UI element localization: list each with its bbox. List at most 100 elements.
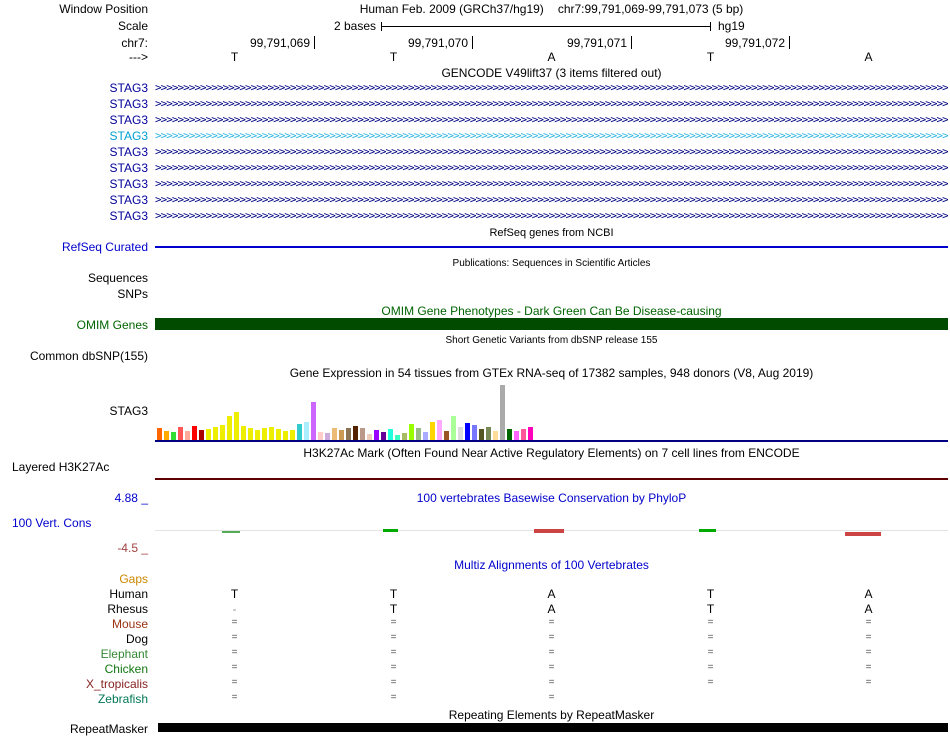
gtex-bar (353, 426, 358, 440)
gencode-item-label[interactable]: STAG3 (0, 161, 148, 175)
gencode-transcript[interactable]: >>>>>>>>>>>>>>>>>>>>>>>>>>>>>>>>>>>>>>>>… (155, 161, 948, 175)
gtex-bar (507, 429, 512, 440)
gencode-transcript[interactable]: >>>>>>>>>>>>>>>>>>>>>>>>>>>>>>>>>>>>>>>>… (155, 81, 948, 95)
gtex-bar (290, 430, 295, 440)
gencode-transcript[interactable]: >>>>>>>>>>>>>>>>>>>>>>>>>>>>>>>>>>>>>>>>… (155, 97, 948, 111)
gtex-bar (458, 427, 463, 440)
gtex-bars[interactable] (155, 385, 948, 440)
gtex-gene-label[interactable]: STAG3 (0, 404, 148, 418)
gtex-bar (486, 427, 491, 440)
multiz-species-label[interactable]: Gaps (0, 572, 148, 586)
gtex-bar (381, 432, 386, 440)
ruler-tick (789, 36, 790, 49)
gtex-bar (493, 431, 498, 440)
multiz-cell: = (548, 677, 555, 688)
gtex-bar (297, 424, 302, 440)
h3k27ac-signal[interactable] (155, 478, 948, 480)
gencode-item-label[interactable]: STAG3 (0, 193, 148, 207)
gencode-transcript[interactable]: >>>>>>>>>>>>>>>>>>>>>>>>>>>>>>>>>>>>>>>>… (155, 209, 948, 223)
multiz-cell: T (706, 587, 715, 601)
gtex-bar (255, 430, 260, 440)
gtex-bar (472, 425, 477, 440)
multiz-species-label[interactable]: Dog (0, 632, 148, 646)
gencode-title: GENCODE V49lift37 (3 items filtered out) (441, 66, 662, 80)
gencode-item-label[interactable]: STAG3 (0, 209, 148, 223)
multiz-species-label[interactable]: X_tropicalis (0, 677, 148, 691)
multiz-cell: = (548, 617, 555, 628)
multiz-cell: = (548, 647, 555, 658)
snps-label[interactable]: SNPs (0, 287, 148, 301)
multiz-species-label[interactable]: Zebrafish (0, 692, 148, 706)
omim-genes-label[interactable]: OMIM Genes (0, 318, 148, 332)
gtex-bar (465, 423, 470, 440)
phylop-mark (845, 532, 881, 536)
multiz-species-label[interactable]: Elephant (0, 647, 148, 661)
gtex-bar (269, 427, 274, 440)
gtex-bar (185, 431, 190, 440)
multiz-cell: A (547, 587, 556, 601)
multiz-cell: = (707, 617, 714, 628)
multiz-species-label[interactable]: Chicken (0, 662, 148, 676)
multiz-species-label[interactable]: Mouse (0, 617, 148, 631)
scale-bar-left-tick (381, 22, 382, 31)
omim-title: OMIM Gene Phenotypes - Dark Green Can Be… (381, 304, 722, 318)
phylop-title: 100 vertebrates Basewise Conservation by… (416, 491, 687, 505)
refseq-curated-item[interactable] (155, 246, 948, 248)
gtex-bar (360, 428, 365, 440)
multiz-cell: = (707, 677, 714, 688)
multiz-cell: = (231, 647, 238, 658)
gtex-bar (402, 433, 407, 440)
h3k27ac-label[interactable]: Layered H3K27Ac (12, 460, 109, 474)
gtex-bar (248, 428, 253, 440)
gencode-item-label[interactable]: STAG3 (0, 145, 148, 159)
phylop-mark (222, 531, 240, 533)
multiz-cell: = (865, 662, 872, 673)
refseq-curated-label[interactable]: RefSeq Curated (0, 240, 148, 254)
repeatmasker-bar[interactable] (158, 723, 948, 732)
ruler-tick (472, 36, 473, 49)
omim-gene-bar[interactable] (155, 318, 948, 330)
ruler-coordinate: 99,791,072 (724, 36, 785, 50)
ruler-tick (314, 36, 315, 49)
gencode-transcript[interactable]: >>>>>>>>>>>>>>>>>>>>>>>>>>>>>>>>>>>>>>>>… (155, 145, 948, 159)
gencode-transcript[interactable]: >>>>>>>>>>>>>>>>>>>>>>>>>>>>>>>>>>>>>>>>… (155, 113, 948, 127)
common-dbsnp-label[interactable]: Common dbSNP(155) (0, 349, 148, 363)
gencode-item-label[interactable]: STAG3 (0, 81, 148, 95)
gtex-bar (206, 429, 211, 440)
multiz-cell: A (547, 602, 556, 616)
gtex-bar (157, 428, 162, 440)
multiz-cell: T (230, 587, 239, 601)
ruler-coordinate: 99,791,069 (249, 36, 310, 50)
phylop-track-label[interactable]: 100 Vert. Cons (12, 516, 91, 530)
gencode-transcript[interactable]: >>>>>>>>>>>>>>>>>>>>>>>>>>>>>>>>>>>>>>>>… (155, 129, 948, 143)
window-position-title: Human Feb. 2009 (GRCh37/hg19) chr7:99,791… (155, 2, 948, 16)
scale-label: Scale (117, 19, 148, 33)
multiz-cell: = (707, 662, 714, 673)
multiz-species-label[interactable]: Rhesus (0, 602, 148, 616)
gtex-bar (416, 428, 421, 440)
gencode-transcript[interactable]: >>>>>>>>>>>>>>>>>>>>>>>>>>>>>>>>>>>>>>>>… (155, 177, 948, 191)
gtex-bar (178, 427, 183, 440)
phylop-min-label: -4.5 _ (117, 541, 148, 555)
multiz-cell: T (389, 587, 398, 601)
gencode-item-label[interactable]: STAG3 (0, 97, 148, 111)
ruler-base: A (864, 50, 873, 64)
dbsnp-title: Short Genetic Variants from dbSNP releas… (445, 335, 658, 346)
gtex-bar (213, 427, 218, 440)
sequences-label[interactable]: Sequences (0, 271, 148, 285)
gencode-item-label[interactable]: STAG3 (0, 129, 148, 143)
gtex-bar (220, 425, 225, 440)
ruler-coordinate: 99,791,070 (407, 36, 468, 50)
gtex-bar (241, 426, 246, 440)
multiz-cell: = (390, 677, 397, 688)
multiz-cell: A (864, 602, 873, 616)
multiz-species-label[interactable]: Human (0, 587, 148, 601)
multiz-cell: = (390, 617, 397, 628)
gencode-transcript[interactable]: >>>>>>>>>>>>>>>>>>>>>>>>>>>>>>>>>>>>>>>>… (155, 193, 948, 207)
gtex-bar (171, 432, 176, 440)
gencode-item-label[interactable]: STAG3 (0, 113, 148, 127)
repeatmasker-label[interactable]: RepeatMasker (0, 722, 148, 736)
gencode-item-label[interactable]: STAG3 (0, 177, 148, 191)
multiz-cell: T (706, 602, 715, 616)
phylop-mark (383, 529, 398, 532)
